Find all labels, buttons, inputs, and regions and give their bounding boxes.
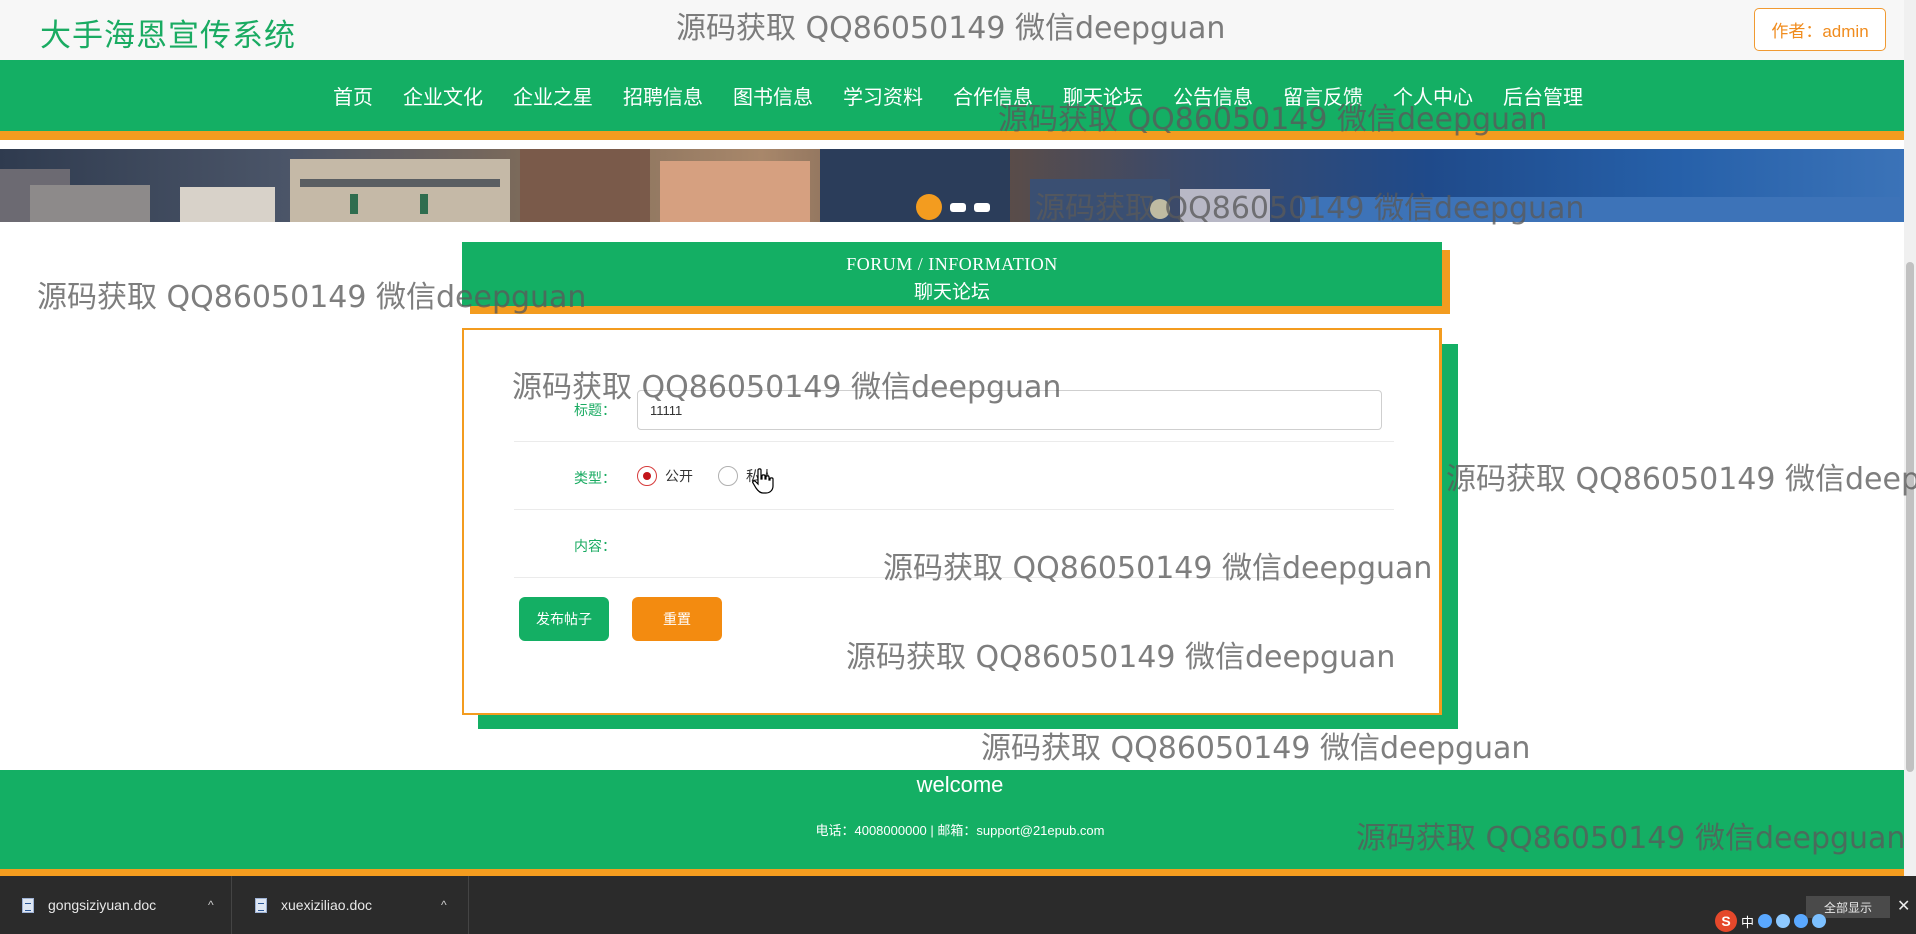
download-filename[interactable]: gongsiziyuan.doc (48, 897, 156, 913)
chevron-up-icon[interactable]: ^ (441, 898, 447, 912)
content-row: 内容： (514, 510, 1394, 578)
download-item[interactable]: xuexiziliao.doc ^ (233, 876, 469, 934)
footer-title: welcome (916, 772, 1004, 797)
type-radio-group: 公开 私人 (637, 466, 799, 486)
system-tray: S 中 (1715, 910, 1827, 932)
carousel-dot[interactable] (974, 202, 990, 212)
carousel-dot-active[interactable] (916, 194, 942, 220)
type-row: 类型： 公开 私人 (514, 442, 1394, 510)
nav-item-admin[interactable]: 后台管理 (1503, 81, 1583, 110)
title-input[interactable]: 11111 (637, 390, 1382, 430)
close-icon[interactable]: ✕ (1897, 896, 1910, 916)
forum-heading-en: FORUM / INFORMATION (846, 254, 1058, 274)
nav-item-books[interactable]: 图书信息 (733, 81, 813, 110)
download-bar: gongsiziyuan.doc ^ xuexiziliao.doc ^ (0, 876, 1916, 934)
scrollbar-thumb[interactable] (1906, 262, 1914, 772)
watermark: 源码获取 QQ86050149 微信deepguan (981, 731, 1531, 766)
type-radio-public[interactable] (637, 466, 657, 486)
site-title[interactable]: 大手海恩宣传系统 (40, 10, 296, 55)
type-radio-private[interactable] (718, 466, 738, 486)
title-row: 标题： 11111 (514, 390, 1394, 442)
nav-item-notices[interactable]: 公告信息 (1173, 81, 1253, 110)
nav-item-stars[interactable]: 企业之星 (513, 81, 593, 110)
type-option-public[interactable]: 公开 (665, 466, 693, 486)
doc-file-icon (22, 897, 34, 913)
nav-item-forum[interactable]: 聊天论坛 (1063, 81, 1143, 110)
nav-item-materials[interactable]: 学习资料 (843, 81, 923, 110)
footer-contact: 电话：4008000000 | 邮箱：support@21epub.com (815, 823, 1105, 838)
keyboard-icon[interactable] (1812, 914, 1827, 928)
watermark: 源码获取 QQ86050149 微信deepguan (1446, 462, 1916, 497)
hand-cursor-icon (752, 468, 774, 494)
publish-post-button[interactable]: 发布帖子 (519, 597, 609, 641)
sogou-ime-icon[interactable]: S (1715, 910, 1737, 932)
nav-item-feedback[interactable]: 留言反馈 (1283, 81, 1363, 110)
tray-icon[interactable] (1758, 914, 1773, 928)
author-badge[interactable]: 作者：admin (1754, 8, 1886, 51)
tray-icon[interactable] (1776, 914, 1791, 928)
page-scrollbar[interactable] (1904, 0, 1916, 876)
microphone-icon[interactable] (1794, 914, 1809, 928)
carousel-dot[interactable] (950, 202, 966, 212)
nav-item-profile[interactable]: 个人中心 (1393, 81, 1473, 110)
header: 大手海恩宣传系统 作者：admin (0, 0, 1916, 60)
doc-file-icon (255, 897, 267, 913)
nav-item-recruitment[interactable]: 招聘信息 (623, 81, 703, 110)
main-nav: 首页 企业文化 企业之星 招聘信息 图书信息 学习资料 合作信息 聊天论坛 公告… (0, 60, 1916, 140)
nav-item-cooperation[interactable]: 合作信息 (953, 81, 1033, 110)
nav-item-home[interactable]: 首页 (333, 81, 373, 110)
ime-language[interactable]: 中 (1741, 912, 1754, 931)
reset-button[interactable]: 重置 (632, 597, 722, 641)
download-item[interactable]: gongsiziyuan.doc ^ (0, 876, 232, 934)
forum-post-form: 标题： 11111 类型： 公开 私人 内容： 发布帖子 重置 (462, 328, 1442, 715)
title-label: 标题： (574, 402, 616, 418)
content-label: 内容： (574, 538, 616, 554)
nav-item-culture[interactable]: 企业文化 (403, 81, 483, 110)
nav-items: 首页 企业文化 企业之星 招聘信息 图书信息 学习资料 合作信息 聊天论坛 公告… (0, 60, 1916, 131)
chevron-up-icon[interactable]: ^ (208, 898, 214, 912)
form-actions: 发布帖子 重置 (464, 597, 864, 641)
carousel-indicators (916, 194, 990, 220)
forum-heading-cn: 聊天论坛 (913, 282, 990, 303)
download-filename[interactable]: xuexiziliao.doc (281, 897, 372, 913)
forum-heading: FORUM / INFORMATION 聊天论坛 (462, 242, 1442, 306)
type-label: 类型： (574, 470, 616, 486)
